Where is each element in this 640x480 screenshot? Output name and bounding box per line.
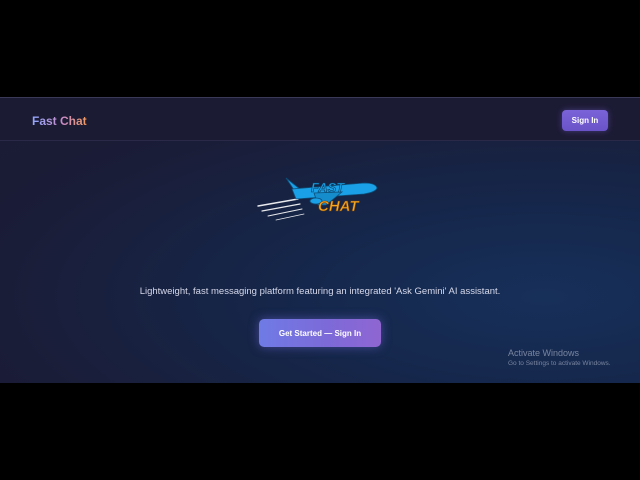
- letterbox-top: [0, 0, 640, 97]
- speed-lines-icon: [257, 198, 305, 221]
- get-started-button[interactable]: Get Started — Sign In: [259, 319, 381, 347]
- brand-title[interactable]: Fast Chat: [32, 114, 87, 128]
- letterbox-bottom: [0, 383, 640, 480]
- watermark-subtitle: Go to Settings to activate Windows.: [508, 360, 611, 367]
- logo-fast-text: FAST: [311, 180, 345, 195]
- logo-chat-text: CHAT: [318, 198, 360, 215]
- activate-windows-watermark: Activate Windows Go to Settings to activ…: [508, 348, 611, 367]
- app-window: Fast Chat Sign In FAST CHAT Lightweight,…: [0, 97, 640, 383]
- header-bar: Fast Chat Sign In: [0, 97, 640, 141]
- fast-chat-logo: FAST CHAT: [257, 177, 378, 221]
- hero-tagline: Lightweight, fast messaging platform fea…: [139, 286, 501, 297]
- watermark-title: Activate Windows: [508, 348, 580, 358]
- sign-in-button[interactable]: Sign In: [562, 110, 608, 131]
